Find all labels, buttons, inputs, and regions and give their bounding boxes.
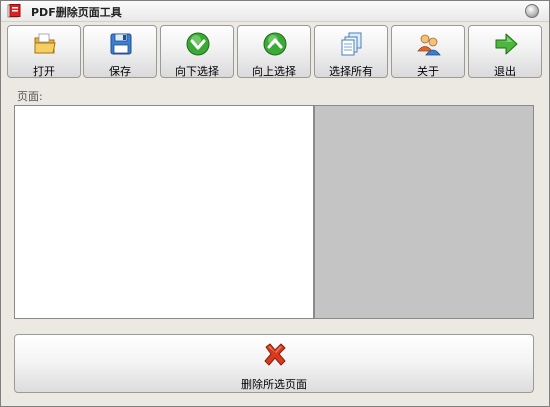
- arrow-right-icon: [495, 33, 518, 55]
- delete-selected-pages-label: 删除所选页面: [241, 378, 307, 391]
- about-button-label: 关于: [417, 65, 439, 78]
- exit-button-label: 退出: [494, 65, 516, 78]
- users-icon: [417, 34, 441, 56]
- select-previous-button-label: 向上选择: [252, 65, 296, 78]
- select-previous-button[interactable]: 向上选择: [237, 25, 311, 78]
- pages-label: 页面:: [17, 90, 43, 103]
- pages-panel: [14, 105, 534, 319]
- documents-icon: [341, 32, 362, 56]
- select-all-button[interactable]: 选择所有: [314, 25, 388, 78]
- floppy-disk-icon: [110, 33, 132, 55]
- close-button[interactable]: [525, 4, 539, 18]
- save-button[interactable]: 保存: [83, 25, 157, 78]
- window-title: PDF删除页面工具: [31, 6, 122, 19]
- page-preview: [313, 106, 533, 318]
- about-button[interactable]: 关于: [391, 25, 465, 78]
- folder-icon: [34, 33, 56, 54]
- select-next-button-label: 向下选择: [175, 65, 219, 78]
- app-window: PDF删除页面工具 打开 保存 向下选择 向上选择 选择所有 关于 退出 页面:…: [0, 0, 550, 407]
- select-all-button-label: 选择所有: [329, 65, 373, 78]
- arrow-down-circle-icon: [186, 32, 210, 56]
- save-button-label: 保存: [109, 65, 131, 78]
- arrow-up-circle-icon: [263, 32, 287, 56]
- red-x-icon: [264, 343, 286, 366]
- pdf-app-icon: [7, 4, 21, 18]
- title-bar[interactable]: PDF删除页面工具: [1, 1, 549, 22]
- open-button[interactable]: 打开: [7, 25, 81, 78]
- delete-selected-pages-button[interactable]: 删除所选页面: [14, 334, 534, 393]
- open-button-label: 打开: [33, 65, 55, 78]
- select-next-button[interactable]: 向下选择: [160, 25, 234, 78]
- exit-button[interactable]: 退出: [468, 25, 542, 78]
- toolbar: 打开 保存 向下选择 向上选择 选择所有 关于 退出: [1, 21, 549, 81]
- page-list[interactable]: [15, 106, 313, 318]
